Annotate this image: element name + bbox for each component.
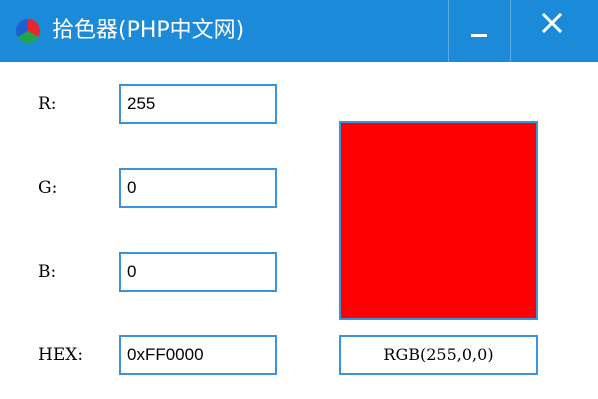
color-wheel-icon [15, 18, 41, 44]
hex-input[interactable]: 0xFF0000 [119, 335, 277, 375]
window-title: 拾色器(PHP中文网) [52, 18, 245, 43]
red-input[interactable]: 255 [119, 84, 277, 124]
color-preview-swatch [339, 121, 538, 320]
close-button[interactable] [521, 0, 583, 62]
blue-input[interactable]: 0 [119, 252, 277, 292]
minimize-button[interactable] [449, 0, 511, 62]
green-input[interactable]: 0 [119, 168, 277, 208]
red-label: R: [38, 94, 57, 114]
green-label: G: [38, 178, 58, 198]
title-bar[interactable]: 拾色器(PHP中文网) [0, 0, 598, 62]
blue-label: B: [38, 262, 57, 282]
close-icon [541, 12, 563, 34]
rgb-value-display: RGB(255,0,0) [339, 335, 538, 375]
title-divider [510, 0, 511, 62]
hex-label: HEX: [38, 345, 84, 365]
color-picker-window: 拾色器(PHP中文网) R: 255 G: 0 B: 0 HEX: 0xFF00… [0, 0, 598, 399]
minimize-icon [471, 34, 487, 37]
